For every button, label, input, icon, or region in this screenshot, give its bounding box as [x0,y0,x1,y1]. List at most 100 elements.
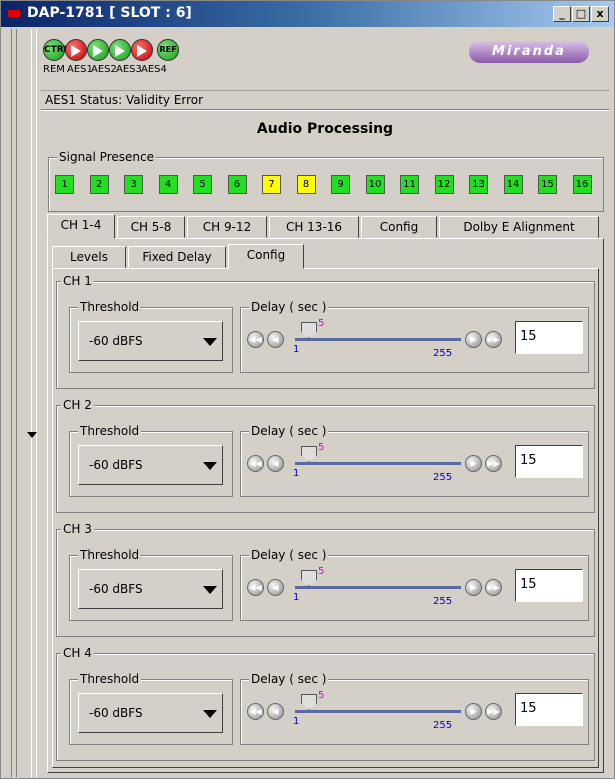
tab-bar: CH 1-4 CH 5-8 CH 9-12 CH 13-16 Config Do… [47,214,604,239]
threshold-select[interactable]: -60 dBFS [78,445,223,485]
tab-ch-5-8[interactable]: CH 5-8 [117,216,185,238]
signal-cell-4: 4 [158,175,178,194]
subtab-config[interactable]: Config [228,244,304,269]
channel-group-4: CH 4 Threshold -60 dBFS Delay ( sec ) ◀◀… [56,646,595,761]
threshold-select[interactable]: -60 dBFS [78,321,223,361]
rewind-button[interactable]: ◀ [267,579,284,596]
threshold-select[interactable]: -60 dBFS [78,569,223,609]
window-title: DAP-1781 [ SLOT : 6] [27,5,192,21]
subtab-fixed-delay[interactable]: Fixed Delay [128,246,226,268]
ref-icon[interactable]: REF [157,39,179,61]
forward-fast-button[interactable]: ▶▶ [485,455,502,472]
title-bar[interactable]: DAP-1781 [ SLOT : 6] _ □ x [1,1,614,27]
aes1-icon[interactable] [65,39,87,61]
dropdown-arrow-icon[interactable] [203,462,217,470]
forward-button[interactable]: ▶ [465,331,482,348]
delay-label: Delay ( sec ) [249,672,329,686]
tab-dolby-e-alignment[interactable]: Dolby E Alignment [439,216,599,238]
slider-max-label: 255 [433,348,453,359]
forward-fast-button[interactable]: ▶▶ [485,579,502,596]
slider-current-label: 5 [318,690,325,701]
dropdown-arrow-icon[interactable] [203,710,217,718]
channel-group-1: CH 1 Threshold -60 dBFS Delay ( sec ) ◀◀… [56,274,595,389]
slider-min-label: 1 [293,592,300,603]
threshold-label: Threshold [78,424,142,438]
delay-slider-thumb[interactable] [301,322,317,338]
signal-cell-11: 11 [400,175,419,194]
rewind-button[interactable]: ◀ [267,331,284,348]
threshold-value: -60 dBFS [89,706,143,720]
forward-button[interactable]: ▶ [465,703,482,720]
maximize-button[interactable]: □ [572,6,590,22]
delay-value-field[interactable]: 15 [515,693,583,726]
rewind-fast-button[interactable]: ◀◀ [247,331,264,348]
signal-cell-5: 5 [193,175,212,194]
delay-slider-thumb[interactable] [301,694,317,710]
delay-group: Delay ( sec ) ◀◀ ◀ 1 255 5 ▶ ▶▶ 15 [240,424,589,497]
dropdown-arrow-icon[interactable] [203,338,217,346]
signal-cell-14: 14 [503,175,523,194]
rewind-fast-button[interactable]: ◀◀ [247,703,264,720]
subtab-levels[interactable]: Levels [52,246,126,268]
channel-label: CH 4 [61,646,94,660]
signal-cell-6: 6 [227,175,247,194]
tab-ch-9-12[interactable]: CH 9-12 [187,216,267,238]
threshold-select[interactable]: -60 dBFS [78,693,223,733]
threshold-label: Threshold [78,300,142,314]
delay-value-field[interactable]: 15 [515,569,583,602]
window-icon [7,9,21,18]
slider-current-label: 5 [318,442,325,453]
slider-min-label: 1 [293,716,300,727]
signal-cell-7: 7 [262,175,281,194]
rewind-button[interactable]: ◀ [267,703,284,720]
rewind-fast-button[interactable]: ◀◀ [247,579,264,596]
ctrl-icon[interactable]: CTRL [43,39,69,61]
delay-label: Delay ( sec ) [249,424,329,438]
forward-button[interactable]: ▶ [465,579,482,596]
delay-value-field[interactable]: 15 [515,321,583,354]
app-window: DAP-1781 [ SLOT : 6] _ □ x CTRL REF REM … [0,0,615,779]
status-message: AES1 Status: Validity Error [45,93,204,107]
delay-value-field[interactable]: 15 [515,445,583,478]
rewind-fast-button[interactable]: ◀◀ [247,455,264,472]
threshold-value: -60 dBFS [89,582,143,596]
tab-panel: Levels Fixed Delay Config CH 1 Threshold… [47,238,604,773]
slider-max-label: 255 [433,720,453,731]
tab-ch-1-4[interactable]: CH 1-4 [47,214,115,239]
forward-fast-button[interactable]: ▶▶ [485,703,502,720]
slider-min-label: 1 [293,468,300,479]
signal-cell-15: 15 [538,175,557,194]
signal-cell-10: 10 [365,175,385,194]
delay-slider-track[interactable] [295,586,461,589]
aes4-icon[interactable] [131,39,153,61]
page-title: Audio Processing [256,121,394,137]
delay-slider-track[interactable] [295,462,461,465]
delay-slider-track[interactable] [295,338,461,341]
forward-button[interactable]: ▶ [465,455,482,472]
minimize-button[interactable]: _ [553,6,571,22]
channel-label: CH 3 [61,522,94,536]
channel-group-2: CH 2 Threshold -60 dBFS Delay ( sec ) ◀◀… [56,398,595,513]
signal-cell-2: 2 [89,175,109,194]
signal-cell-16: 16 [572,175,592,194]
aes3-icon[interactable] [109,39,131,61]
divider [41,109,609,111]
aes2-icon[interactable] [87,39,109,61]
delay-slider-thumb[interactable] [301,446,317,462]
delay-slider-track[interactable] [295,710,461,713]
tab-config[interactable]: Config [361,216,437,238]
threshold-label: Threshold [78,548,142,562]
forward-fast-button[interactable]: ▶▶ [485,331,502,348]
collapse-arrow-icon[interactable] [27,432,37,438]
close-button[interactable]: x [591,6,609,22]
tab-ch-13-16[interactable]: CH 13-16 [269,216,359,238]
rewind-button[interactable]: ◀ [267,455,284,472]
delay-slider-thumb[interactable] [301,570,317,586]
delay-label: Delay ( sec ) [249,300,329,314]
channel-label: CH 1 [61,274,94,288]
content-area: CTRL REF REM AES1 AES2 AES3 AES4 Miranda… [41,29,611,777]
side-panel-bar [11,29,37,777]
slider-min-label: 1 [293,344,300,355]
slider-max-label: 255 [433,472,453,483]
dropdown-arrow-icon[interactable] [203,586,217,594]
